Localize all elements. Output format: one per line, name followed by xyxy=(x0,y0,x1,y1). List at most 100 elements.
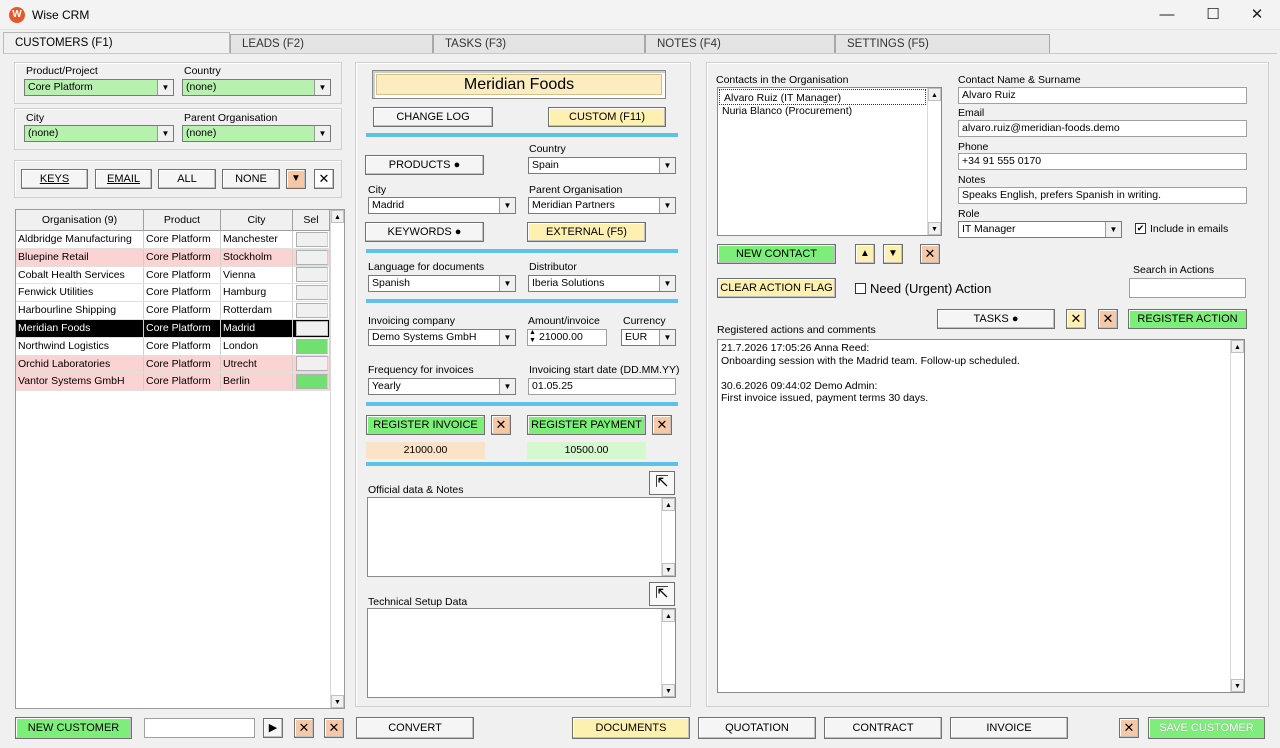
action-close-yellow-button[interactable]: ✕ xyxy=(1066,309,1086,329)
new-customer-button[interactable]: NEW CUSTOMER xyxy=(15,717,132,739)
register-action-button[interactable]: REGISTER ACTION xyxy=(1128,309,1247,329)
parent-org-select[interactable]: Meridian Partners ▼ xyxy=(528,197,676,214)
invoicing-company-select[interactable]: Demo Systems GmbH ▼ xyxy=(368,329,516,346)
include-in-emails-checkbox[interactable]: ✔ xyxy=(1135,223,1146,234)
country-filter-select[interactable]: (none) ▼ xyxy=(182,79,331,96)
keywords-button[interactable]: KEYWORDS ● xyxy=(365,222,484,242)
none-button[interactable]: NONE xyxy=(222,169,280,189)
contact-notes-field[interactable]: Speaks English, prefers Spanish in writi… xyxy=(958,187,1247,204)
contacts-scrollbar[interactable]: ▲ ▼ xyxy=(927,88,941,235)
grid-scrollbar[interactable]: ▲ ▼ xyxy=(330,210,344,708)
phone-field[interactable]: +34 91 555 0170 xyxy=(958,153,1247,170)
city-filter-select[interactable]: (none) ▼ xyxy=(24,125,174,142)
tab-leads[interactable]: LEADS (F2) xyxy=(230,34,433,53)
move-contact-down-button[interactable]: ▼ xyxy=(883,244,903,264)
table-row[interactable]: Harbourline Shipping Core Platform Rotterd… xyxy=(16,302,344,320)
select-toggle[interactable] xyxy=(296,338,328,354)
tab-tasks[interactable]: TASKS (F3) xyxy=(433,34,645,53)
scroll-up-icon[interactable]: ▲ xyxy=(331,210,344,223)
customer-name[interactable]: Meridian Foods xyxy=(376,74,662,95)
start-date-input[interactable]: 01.05.25 xyxy=(528,378,676,395)
cancel-payment-button[interactable]: ✕ xyxy=(652,415,672,435)
register-payment-button[interactable]: REGISTER PAYMENT xyxy=(527,415,646,435)
tab-notes[interactable]: NOTES (F4) xyxy=(645,34,835,53)
table-row[interactable]: Aldbridge Manufacturing Core Platform Manc… xyxy=(16,231,344,249)
action-log[interactable]: 21.7.2026 17:05:26 Anna Reed: Onboarding… xyxy=(717,339,1245,693)
select-toggle[interactable] xyxy=(296,374,328,390)
country-select[interactable]: Spain ▼ xyxy=(528,157,676,174)
select-toggle[interactable] xyxy=(296,285,328,301)
move-contact-up-button[interactable]: ▲ xyxy=(855,244,875,264)
scroll-down-icon[interactable]: ▼ xyxy=(662,684,675,697)
table-row[interactable]: Meridian Foods Core Platform Madrid xyxy=(16,319,344,338)
customer-search-input[interactable] xyxy=(144,718,255,738)
select-toggle[interactable] xyxy=(296,249,328,265)
email-field[interactable]: alvaro.ruiz@meridian-foods.demo xyxy=(958,120,1247,137)
save-customer-button[interactable]: SAVE CUSTOMER xyxy=(1148,717,1265,739)
scroll-down-icon[interactable]: ▼ xyxy=(662,563,675,576)
cancel-invoice-button[interactable]: ✕ xyxy=(491,415,511,435)
parent-filter-select[interactable]: (none) ▼ xyxy=(182,125,331,142)
keys-button[interactable]: KEYS xyxy=(21,169,88,189)
column-header-organisation[interactable]: Organisation (9) xyxy=(16,210,144,230)
column-header-sel[interactable]: Sel xyxy=(293,210,330,230)
invoice-button[interactable]: INVOICE xyxy=(950,717,1068,739)
minimize-icon[interactable]: — xyxy=(1144,0,1190,30)
table-row[interactable]: Vantor Systems GmbH Core Platform Berlin xyxy=(16,373,344,392)
scroll-down-icon[interactable]: ▼ xyxy=(331,695,344,708)
table-row[interactable]: Orchid Laboratories Core Platform Utrecht xyxy=(16,355,344,374)
select-toggle[interactable] xyxy=(296,231,328,247)
contract-button[interactable]: CONTRACT xyxy=(824,717,942,739)
distributor-select[interactable]: Iberia Solutions ▼ xyxy=(528,275,676,292)
need-action-checkbox[interactable] xyxy=(855,283,866,294)
scroll-down-icon[interactable]: ▼ xyxy=(1231,679,1244,692)
select-toggle[interactable] xyxy=(296,356,328,372)
contact-item[interactable]: Alvaro Ruiz (IT Manager) xyxy=(719,89,926,105)
tab-customers[interactable]: CUSTOMERS (F1) xyxy=(3,32,230,54)
scroll-down-icon[interactable]: ▼ xyxy=(928,222,941,235)
go-button[interactable]: ▶ xyxy=(263,718,283,738)
external-link-icon[interactable]: ⇱ xyxy=(649,582,675,606)
textarea-scrollbar[interactable]: ▲ ▼ xyxy=(661,498,675,576)
frequency-select[interactable]: Yearly ▼ xyxy=(368,378,516,395)
custom-fields-button[interactable]: CUSTOM (F11) xyxy=(548,107,666,127)
tab-settings[interactable]: SETTINGS (F5) xyxy=(835,34,1050,53)
tasks-button[interactable]: TASKS ● xyxy=(937,309,1055,329)
action-close-orange-button[interactable]: ✕ xyxy=(1098,309,1118,329)
amount-stepper[interactable]: ▲ ▼ 21000.00 xyxy=(527,329,607,346)
contact-item[interactable]: Nuria Blanco (Procurement) xyxy=(718,105,941,117)
stepper-arrows-icon[interactable]: ▲ ▼ xyxy=(529,330,536,345)
technical-setup-textarea[interactable]: ▲ ▼ xyxy=(367,608,676,698)
email-button[interactable]: EMAIL xyxy=(95,169,152,189)
external-button[interactable]: EXTERNAL (F5) xyxy=(527,222,646,242)
scroll-up-icon[interactable]: ▲ xyxy=(1231,340,1244,353)
scroll-up-icon[interactable]: ▲ xyxy=(662,609,675,622)
city-select[interactable]: Madrid ▼ xyxy=(368,197,516,214)
delete-contact-button[interactable]: ✕ xyxy=(920,244,940,264)
product-filter-select[interactable]: Core Platform ▼ xyxy=(24,79,174,96)
clear-search-button[interactable]: ✕ xyxy=(294,718,314,738)
convert-button[interactable]: CONVERT xyxy=(356,717,474,739)
external-link-icon[interactable]: ⇱ xyxy=(649,471,675,495)
all-button[interactable]: ALL xyxy=(158,169,216,189)
select-toggle[interactable] xyxy=(296,303,328,319)
column-header-city[interactable]: City xyxy=(221,210,293,230)
cancel-button[interactable]: ✕ xyxy=(324,718,344,738)
select-toggle[interactable] xyxy=(296,320,328,336)
close-window-icon[interactable]: ✕ xyxy=(1234,0,1280,30)
clear-filter-button[interactable]: ✕ xyxy=(314,169,334,189)
products-button[interactable]: PRODUCTS ● xyxy=(365,155,484,175)
textarea-scrollbar[interactable]: ▲ ▼ xyxy=(661,609,675,697)
search-actions-input[interactable] xyxy=(1129,278,1246,298)
official-data-textarea[interactable]: ▲ ▼ xyxy=(367,497,676,577)
scroll-up-icon[interactable]: ▲ xyxy=(928,88,941,101)
scroll-up-icon[interactable]: ▲ xyxy=(662,498,675,511)
quotation-button[interactable]: QUOTATION xyxy=(698,717,816,739)
discard-changes-button[interactable]: ✕ xyxy=(1119,718,1139,738)
documents-button[interactable]: DOCUMENTS xyxy=(572,717,690,739)
maximize-icon[interactable]: ☐ xyxy=(1190,0,1236,30)
register-invoice-button[interactable]: REGISTER INVOICE xyxy=(366,415,485,435)
table-row[interactable]: Bluepine Retail Core Platform Stockholm xyxy=(16,248,344,267)
currency-select[interactable]: EUR ▼ xyxy=(621,329,676,346)
action-log-scrollbar[interactable]: ▲ ▼ xyxy=(1230,340,1244,692)
